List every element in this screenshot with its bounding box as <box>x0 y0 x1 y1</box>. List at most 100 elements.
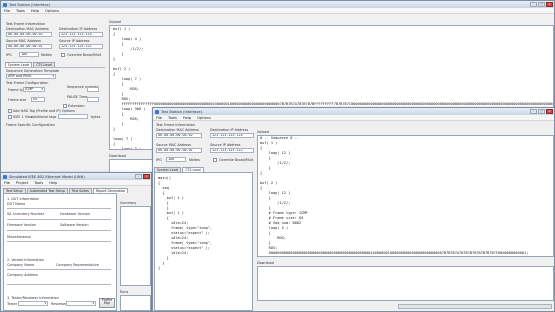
download-label: Download <box>257 261 274 265</box>
menu-help[interactable]: Help <box>49 181 57 185</box>
title-bar[interactable]: Simulated IEEE 802 Ethernet Model (UNH) … <box>1 173 151 180</box>
menu-project[interactable]: Project <box>16 181 28 185</box>
menu-tools[interactable]: Tools <box>34 181 43 185</box>
add-dhcp-checkbox[interactable] <box>8 109 12 113</box>
menu-options[interactable]: Options <box>197 116 211 120</box>
dut-name-line <box>7 208 111 209</box>
override-checkbox[interactable] <box>213 158 217 162</box>
minimize-button[interactable]: – <box>530 2 537 7</box>
title-bar[interactable]: Test Station (Interface) – □ × <box>1 1 554 8</box>
company-rep-label: Company Representative <box>56 263 99 267</box>
menu-options[interactable]: Options <box>45 9 59 13</box>
additional-tags-field[interactable] <box>58 114 88 119</box>
ethernet-model-window: Simulated IEEE 802 Ethernet Model (UNH) … <box>0 172 152 312</box>
window-title: Test Station (Interface) <box>9 2 51 7</box>
upload-label: Upload <box>257 130 269 134</box>
window-title: Simulated IEEE 802 Ethernet Model (UNH) <box>9 174 85 179</box>
dest-ip-label: Destination IP Address <box>59 27 98 31</box>
ipg-unit: Nbites <box>189 158 200 162</box>
dest-ip-field[interactable]: 123.123.123.124 <box>210 133 254 138</box>
menu-file[interactable]: File <box>156 116 162 120</box>
tester-select[interactable] <box>18 301 48 306</box>
runs-panel[interactable] <box>120 295 151 311</box>
menu-tools[interactable]: Tools <box>168 116 177 120</box>
ipg-label: IPG <box>156 158 162 162</box>
src-mac-label: Source MAC Address <box>156 143 191 147</box>
close-button[interactable]: × <box>143 174 150 179</box>
menu-help[interactable]: Help <box>183 116 191 120</box>
dest-mac-field[interactable]: 00-00-00-00-00-02 <box>156 133 202 138</box>
maximize-button[interactable]: □ <box>538 109 545 114</box>
address-line <box>7 284 111 285</box>
frame-size-field[interactable]: 64 <box>31 97 45 102</box>
override-label: Override Broad/Mult <box>67 53 102 57</box>
src-mac-field[interactable]: 00-00-00-00-00-01 <box>6 44 52 49</box>
title-bar[interactable]: Test Station (Interface) – □ × <box>153 108 554 115</box>
src-ip-field[interactable]: 123.123.123.122 <box>59 44 103 49</box>
ipg-label: IPG <box>6 53 12 57</box>
firmware-line <box>7 230 111 231</box>
upload-code-text: # -- Sequence 0 -- buf( 1 ) { loop( 12 )… <box>260 136 529 255</box>
menu-bar: File Project Tools Help <box>1 180 151 186</box>
script-editor[interactable]: main() { seq { buf( 1 ) { } buf( 1 ) { i… <box>154 172 253 311</box>
dest-ip-label: Destination IP Address <box>210 128 249 132</box>
app-icon <box>3 174 7 179</box>
runs-label: Runs <box>120 290 129 294</box>
misc-label: Miscellaneous <box>7 235 31 239</box>
company-name-label: Company Name <box>7 263 35 267</box>
app-icon <box>3 2 7 7</box>
pause-time-field[interactable] <box>87 97 99 102</box>
menu-help[interactable]: Help <box>31 9 39 13</box>
menu-file[interactable]: File <box>4 9 10 13</box>
src-mac-label: Source MAC Address <box>6 39 41 43</box>
tester-info-heading: 3. Tester/Reviewer Information <box>7 296 59 300</box>
override-label: Override Broad/Mult <box>219 158 254 162</box>
company-address-label: Company Address <box>7 273 38 277</box>
frame-specific-heading: Frame Specific Configuration <box>6 123 55 127</box>
menu-bar: File Tools Help Options <box>153 115 554 121</box>
seq-template-label: Sequence Generation Template <box>6 69 60 73</box>
download-label: Download <box>109 154 126 158</box>
profile-manager-button[interactable]: Profile Mgr <box>99 298 115 308</box>
maximize-button[interactable]: □ <box>538 2 545 7</box>
menu-tools[interactable]: Tools <box>16 9 25 13</box>
upload-code-panel[interactable]: # -- Sequence 0 -- buf( 1 ) { loop( 12 )… <box>257 135 554 257</box>
menu-bar: File Tools Help Options <box>1 8 554 14</box>
test-frame-info-heading: Test Frame Information <box>6 22 46 26</box>
dest-mac-label: Destination MAC Address <box>6 27 49 31</box>
ieee-label: IEEE 1 Vlan <box>13 115 33 119</box>
ipg-field[interactable]: 100 <box>19 52 39 57</box>
tab-divider <box>5 67 105 68</box>
download-panel[interactable] <box>257 266 554 301</box>
dest-ip-field[interactable]: 123.123.123.124 <box>59 32 103 37</box>
misc-line <box>7 241 111 242</box>
dest-mac-field[interactable]: 00-00-00-00-00-02 <box>6 32 52 37</box>
seq-template-select[interactable]: ARP and PING <box>6 74 56 79</box>
extension-checkbox[interactable] <box>63 104 67 108</box>
pause-time-label: PAUSE Time <box>67 95 88 99</box>
minimize-button[interactable]: – <box>530 109 537 114</box>
summary-panel[interactable] <box>120 206 151 286</box>
ipg-field[interactable]: 100 <box>166 157 186 162</box>
sn-label: S/L Inventory Number <box>7 212 45 216</box>
override-checkbox[interactable] <box>61 53 65 57</box>
sn-line <box>7 219 111 220</box>
ieee-checkbox[interactable] <box>8 115 12 119</box>
close-button[interactable]: × <box>546 2 553 7</box>
menu-file[interactable]: File <box>4 181 10 185</box>
vendor-info-heading: 2. Vendor Information <box>7 258 44 262</box>
minimize-button[interactable]: – <box>135 174 142 179</box>
src-mac-field[interactable]: 00-00-00-00-00-01 <box>156 148 202 153</box>
script-code-text: main() { seq { buf( 1 ) { } buf( 1 ) { i… <box>158 176 213 270</box>
window-title: Test Station (Interface) <box>161 109 203 114</box>
report-form: 1. DUT Information DUT Name S/L Inventor… <box>3 193 117 311</box>
tester-label: Tester <box>7 302 18 306</box>
reviewer-select[interactable] <box>66 301 96 306</box>
src-ip-field[interactable]: 123.123.123.122 <box>210 148 254 153</box>
test-frame-info-heading: Test Frame Information <box>156 123 196 127</box>
frame-type-select[interactable]: ICMP <box>23 87 45 92</box>
close-button[interactable]: × <box>546 109 553 114</box>
additional-tags-label: Additional tags <box>31 115 57 119</box>
company-line <box>7 269 111 270</box>
seq-number-field[interactable] <box>87 87 99 92</box>
